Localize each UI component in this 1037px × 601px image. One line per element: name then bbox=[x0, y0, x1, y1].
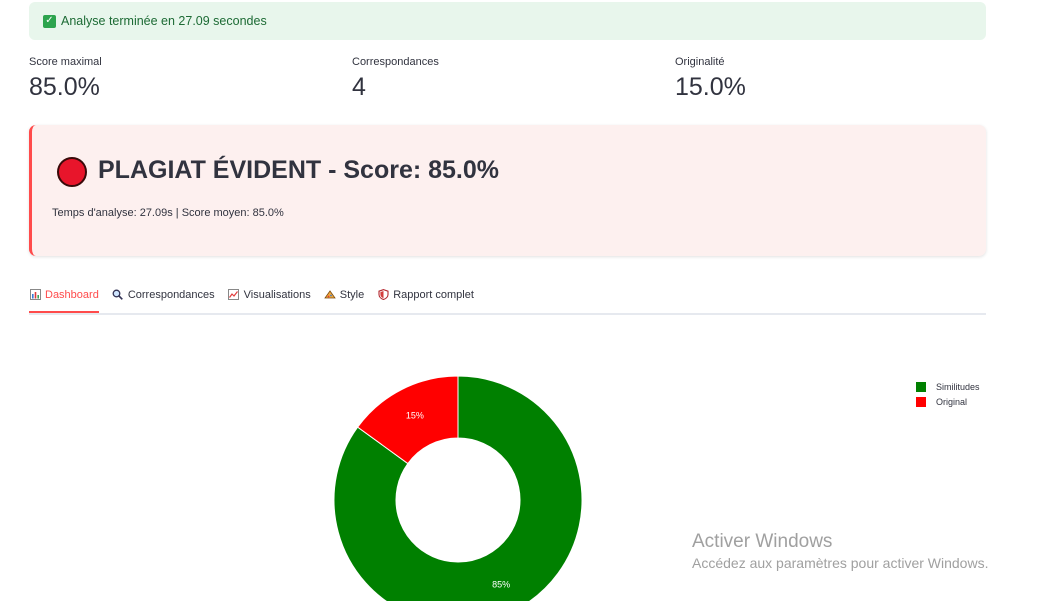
legend-item-original[interactable]: Original bbox=[916, 397, 980, 407]
metric-originality: Originalité 15.0% bbox=[675, 56, 746, 102]
tab-label: Rapport complet bbox=[393, 289, 474, 301]
palette-icon bbox=[323, 289, 336, 303]
watermark-subtitle: Accédez aux paramètres pour activer Wind… bbox=[692, 555, 989, 571]
tab-label: Correspondances bbox=[127, 289, 215, 301]
metric-value: 15.0% bbox=[675, 73, 746, 101]
legend-label: Original bbox=[936, 397, 968, 407]
tab-bar: Dashboard Correspondances Visualisations… bbox=[29, 283, 986, 315]
shield-icon bbox=[377, 289, 389, 303]
tab-visualisations[interactable]: Visualisations bbox=[228, 283, 311, 313]
tab-label: Style bbox=[339, 289, 365, 301]
metric-label: Originalité bbox=[675, 56, 725, 68]
red-circle-icon bbox=[57, 157, 87, 187]
success-banner: ✓ Analyse terminée en 27.09 secondes bbox=[29, 2, 986, 40]
tab-dashboard[interactable]: Dashboard bbox=[29, 283, 99, 313]
slice-label-similitudes: 85% bbox=[492, 580, 510, 590]
watermark-title: Activer Windows bbox=[692, 531, 833, 552]
slice-label-original: 15% bbox=[406, 410, 424, 420]
success-message: Analyse terminée en 27.09 secondes bbox=[61, 14, 267, 28]
metric-value: 4 bbox=[352, 73, 366, 101]
metric-label: Correspondances bbox=[352, 56, 439, 68]
tab-label: Dashboard bbox=[45, 289, 99, 301]
legend-label: Similitudes bbox=[936, 382, 980, 392]
metric-max-score: Score maximal 85.0% bbox=[29, 56, 102, 102]
magnifier-icon bbox=[112, 289, 124, 303]
tab-style[interactable]: Style bbox=[323, 283, 365, 313]
tab-label: Visualisations bbox=[243, 289, 311, 301]
alert-subtitle: Temps d'analyse: 27.09s | Score moyen: 8… bbox=[52, 207, 284, 219]
legend-item-similitudes[interactable]: Similitudes bbox=[916, 382, 980, 392]
metric-label: Score maximal bbox=[29, 56, 102, 68]
metric-matches: Correspondances 4 bbox=[352, 56, 439, 102]
legend-swatch bbox=[916, 382, 926, 392]
tab-correspondances[interactable]: Correspondances bbox=[112, 283, 215, 313]
metric-value: 85.0% bbox=[29, 73, 100, 101]
legend-swatch bbox=[916, 397, 926, 407]
windows-activation-watermark: Activer Windows Accédez aux paramètres p… bbox=[692, 531, 988, 571]
line-chart-icon bbox=[228, 289, 240, 303]
bar-chart-icon bbox=[29, 289, 41, 303]
alert-title: PLAGIAT ÉVIDENT - Score: 85.0% bbox=[98, 156, 500, 184]
chart-legend: Similitudes Original bbox=[916, 382, 980, 412]
check-icon: ✓ bbox=[43, 14, 56, 28]
plagiarism-alert: PLAGIAT ÉVIDENT - Score: 85.0% Temps d'a… bbox=[29, 125, 986, 256]
tab-full-report[interactable]: Rapport complet bbox=[377, 283, 474, 313]
